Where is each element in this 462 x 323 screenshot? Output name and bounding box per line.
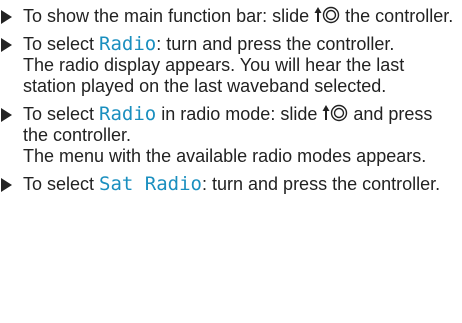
step-text: To select (23, 104, 100, 124)
triangle-bullet-icon (1, 108, 12, 122)
step-text-end: : turn and press the controller. (156, 34, 395, 54)
triangle-bullet-icon (1, 178, 12, 192)
controller-slide-up-icon (314, 6, 340, 24)
step-result: The menu with the available radio modes … (23, 146, 427, 166)
menu-term-sat-radio: Sat Radio (99, 173, 202, 195)
step-text-end: the controller. (340, 6, 454, 26)
triangle-bullet-icon (1, 38, 12, 52)
triangle-bullet-icon (1, 10, 12, 24)
step-text: To select (23, 174, 100, 194)
menu-term-radio: Radio (99, 103, 157, 125)
menu-term-radio: Radio (99, 33, 157, 55)
controller-slide-up-icon (322, 104, 348, 122)
list-item: To show the main function bar: slide the… (0, 6, 462, 27)
list-item: To select Radio: turn and press the cont… (0, 34, 462, 97)
step-text: To show the main function bar: slide (23, 6, 315, 26)
instruction-list: To show the main function bar: slide the… (0, 0, 462, 195)
step-result: The radio display appears. You will hear… (23, 55, 405, 96)
list-item: To select Radio in radio mode: slide and… (0, 104, 462, 167)
step-text-end: : turn and press the controller. (202, 174, 441, 194)
step-text-middle: in radio mode: slide (156, 104, 323, 124)
step-text: To select (23, 34, 100, 54)
list-item: To select Sat Radio: turn and press the … (0, 174, 462, 195)
